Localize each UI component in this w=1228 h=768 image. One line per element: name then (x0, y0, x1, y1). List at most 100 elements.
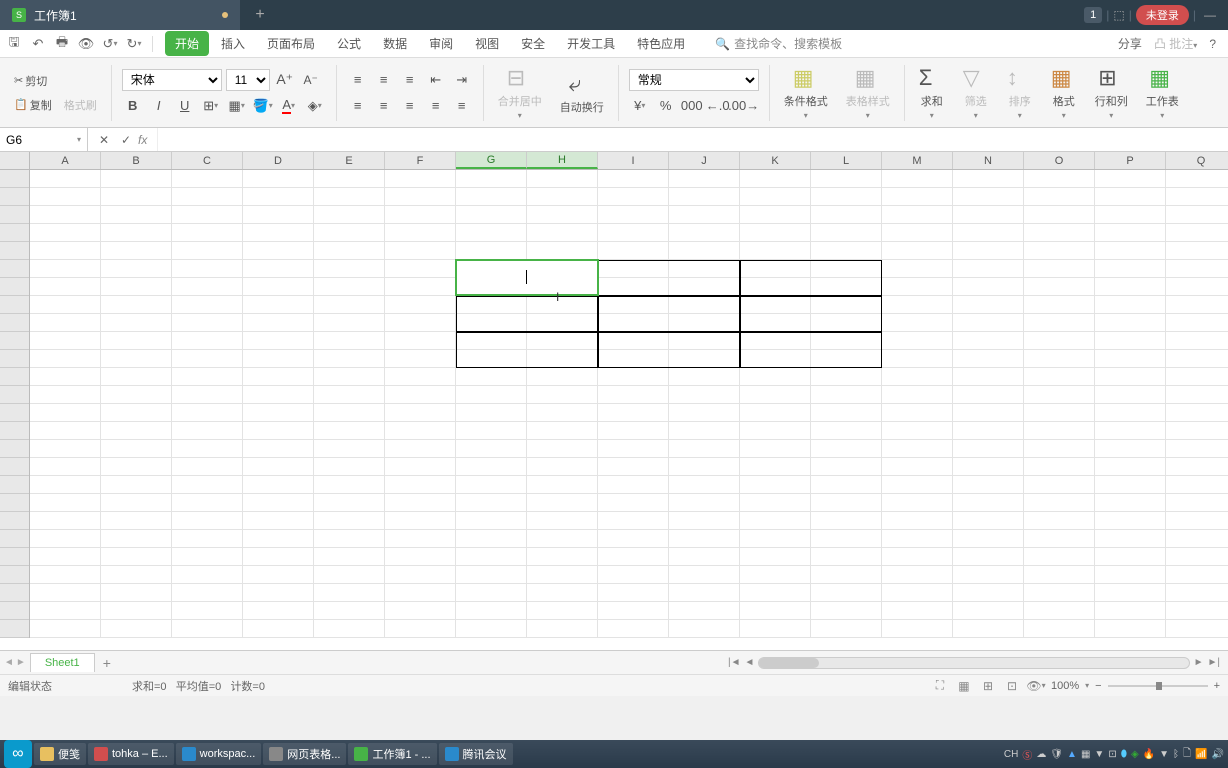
cell[interactable] (1024, 170, 1095, 188)
cell[interactable] (1095, 332, 1166, 350)
sum-button[interactable]: Σ 求和▾ (911, 61, 953, 124)
cell[interactable] (1166, 368, 1228, 386)
cell[interactable] (314, 512, 385, 530)
cell[interactable] (740, 188, 811, 206)
cell[interactable] (385, 368, 456, 386)
cell[interactable] (172, 476, 243, 494)
cell[interactable] (740, 584, 811, 602)
cell[interactable] (385, 458, 456, 476)
cell[interactable] (669, 188, 740, 206)
cell[interactable] (243, 188, 314, 206)
cell[interactable] (101, 584, 172, 602)
cell[interactable] (669, 422, 740, 440)
tab-layout[interactable]: 页面布局 (257, 31, 325, 56)
cell[interactable] (314, 314, 385, 332)
cell[interactable] (30, 440, 101, 458)
cell[interactable] (1166, 440, 1228, 458)
cell[interactable] (1024, 476, 1095, 494)
row-header[interactable] (0, 206, 29, 224)
cell[interactable] (101, 530, 172, 548)
col-header[interactable]: K (740, 152, 811, 169)
save-icon[interactable]: 🖫 (4, 34, 24, 54)
cell[interactable] (101, 404, 172, 422)
cell[interactable] (243, 440, 314, 458)
cell[interactable] (243, 296, 314, 314)
align-dist-icon[interactable]: ≡ (451, 95, 473, 117)
hscroll-left-step-icon[interactable]: ◄ (745, 657, 755, 668)
col-header[interactable]: A (30, 152, 101, 169)
name-box[interactable]: G6▾ (0, 128, 88, 151)
cell[interactable] (598, 602, 669, 620)
cell[interactable] (1166, 476, 1228, 494)
cell[interactable] (456, 188, 527, 206)
cell[interactable] (1166, 332, 1228, 350)
cell[interactable] (243, 278, 314, 296)
cell[interactable] (30, 566, 101, 584)
cell[interactable] (882, 584, 953, 602)
cell[interactable] (456, 242, 527, 260)
cell[interactable] (811, 170, 882, 188)
fx-icon[interactable]: fx (138, 133, 147, 147)
cell[interactable] (30, 368, 101, 386)
row-header[interactable] (0, 530, 29, 548)
row-header[interactable] (0, 278, 29, 296)
row-header[interactable] (0, 422, 29, 440)
cell[interactable] (598, 242, 669, 260)
cell[interactable] (1024, 620, 1095, 638)
cell[interactable] (101, 368, 172, 386)
cell[interactable] (740, 314, 811, 332)
cell[interactable] (1166, 188, 1228, 206)
cell[interactable] (456, 278, 527, 296)
cell[interactable] (811, 512, 882, 530)
cell[interactable] (882, 224, 953, 242)
cell[interactable] (598, 422, 669, 440)
cell[interactable] (172, 404, 243, 422)
network-icon[interactable]: 📶 (1195, 749, 1207, 760)
cell[interactable] (527, 422, 598, 440)
cell[interactable] (669, 530, 740, 548)
cell[interactable] (243, 458, 314, 476)
cell[interactable] (669, 458, 740, 476)
cell[interactable] (30, 494, 101, 512)
cell[interactable] (527, 440, 598, 458)
cell[interactable] (314, 530, 385, 548)
cell[interactable] (456, 404, 527, 422)
undo-icon[interactable]: ↺▾ (100, 34, 120, 54)
cell[interactable] (598, 458, 669, 476)
formula-input[interactable] (157, 128, 1228, 151)
cell[interactable] (30, 548, 101, 566)
cell[interactable] (527, 476, 598, 494)
cell[interactable] (953, 206, 1024, 224)
cell[interactable] (953, 224, 1024, 242)
cell[interactable] (101, 494, 172, 512)
cell[interactable] (101, 422, 172, 440)
cell[interactable] (669, 368, 740, 386)
row-header[interactable] (0, 386, 29, 404)
preview-icon[interactable]: 👁 (76, 34, 96, 54)
cell[interactable] (385, 350, 456, 368)
cell[interactable] (1166, 458, 1228, 476)
window-count-badge[interactable]: 1 (1084, 7, 1102, 23)
cell[interactable] (456, 260, 527, 278)
cell[interactable] (243, 404, 314, 422)
cell[interactable] (740, 350, 811, 368)
cell[interactable] (456, 368, 527, 386)
cell[interactable] (1095, 242, 1166, 260)
cell[interactable] (385, 422, 456, 440)
row-header[interactable] (0, 170, 29, 188)
cell[interactable] (172, 332, 243, 350)
cell[interactable] (456, 548, 527, 566)
cell[interactable] (314, 260, 385, 278)
back-icon[interactable]: ↶ (28, 34, 48, 54)
cell[interactable] (953, 278, 1024, 296)
align-center-icon[interactable]: ≡ (373, 95, 395, 117)
cell[interactable] (740, 206, 811, 224)
cell[interactable] (101, 440, 172, 458)
cell[interactable] (527, 188, 598, 206)
font-size-select[interactable]: 11 (226, 69, 270, 91)
copy-button[interactable]: 📋复制 (10, 95, 56, 115)
col-header[interactable]: M (882, 152, 953, 169)
cell[interactable] (811, 584, 882, 602)
cell[interactable] (740, 260, 811, 278)
cell[interactable] (101, 548, 172, 566)
